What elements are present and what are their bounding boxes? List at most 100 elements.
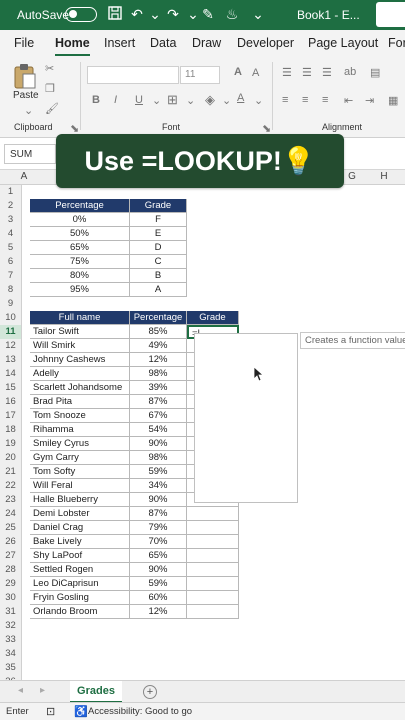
student-name-cell[interactable]: Leo DiCaprisun — [30, 577, 130, 591]
align-left-icon[interactable]: ≡ — [282, 94, 288, 106]
student-name-cell[interactable]: Orlando Broom — [30, 605, 130, 619]
student-percentage-cell[interactable]: 54% — [130, 423, 187, 437]
row-header[interactable]: 11 — [0, 325, 22, 339]
row-header[interactable]: 19 — [0, 437, 22, 451]
student-percentage-cell[interactable]: 60% — [130, 591, 187, 605]
accessibility-status[interactable]: Accessibility: Good to go — [88, 706, 192, 717]
student-percentage-cell[interactable]: 59% — [130, 577, 187, 591]
student-percentage-cell[interactable]: 12% — [130, 353, 187, 367]
accessibility-icon[interactable]: ♿ — [74, 705, 88, 718]
copy-icon[interactable]: ❐ — [45, 82, 55, 95]
student-percentage-cell[interactable]: 85% — [130, 325, 187, 339]
row-header[interactable]: 33 — [0, 633, 22, 647]
row-header[interactable]: 22 — [0, 479, 22, 493]
student-grade-cell[interactable] — [187, 507, 239, 521]
row-header[interactable]: 3 — [0, 213, 22, 227]
align-center-icon[interactable]: ≡ — [302, 94, 308, 106]
font-name-box[interactable] — [87, 66, 179, 84]
italic-icon[interactable]: I — [114, 94, 117, 106]
student-name-cell[interactable]: Fryin Gosling — [30, 591, 130, 605]
column-header-h[interactable]: H — [378, 171, 390, 182]
macro-record-icon[interactable]: ⊡ — [46, 705, 55, 718]
redo-icon[interactable]: ↷ — [164, 5, 182, 23]
row-header[interactable]: 17 — [0, 409, 22, 423]
student-percentage-cell[interactable]: 79% — [130, 521, 187, 535]
student-grade-cell[interactable] — [187, 521, 239, 535]
student-percentage-cell[interactable]: 98% — [130, 451, 187, 465]
student-percentage-cell[interactable]: 87% — [130, 395, 187, 409]
fill-color-icon[interactable]: ◈ — [205, 92, 215, 108]
student-percentage-cell[interactable]: 90% — [130, 437, 187, 451]
undo-icon[interactable]: ↶ — [128, 5, 146, 23]
chevron-down-icon[interactable]: ⌄ — [152, 94, 161, 107]
student-name-cell[interactable]: Johnny Cashews — [30, 353, 130, 367]
row-header[interactable]: 32 — [0, 619, 22, 633]
row-header[interactable]: 12 — [0, 339, 22, 353]
align-bottom-icon[interactable]: ☰ — [322, 66, 332, 79]
row-header[interactable]: 18 — [0, 423, 22, 437]
student-grade-cell[interactable] — [187, 549, 239, 563]
underline-icon[interactable]: U — [135, 94, 143, 106]
row-header[interactable]: 25 — [0, 521, 22, 535]
row-header[interactable]: 6 — [0, 255, 22, 269]
row-header[interactable]: 4 — [0, 227, 22, 241]
increase-font-icon[interactable]: A — [234, 66, 242, 78]
row-header[interactable]: 8 — [0, 283, 22, 297]
student-percentage-cell[interactable]: 90% — [130, 563, 187, 577]
student-name-cell[interactable]: Smiley Cyrus — [30, 437, 130, 451]
brush-icon[interactable]: ✎ — [199, 5, 217, 23]
paint-icon[interactable]: ♨ — [223, 5, 241, 23]
row-header[interactable]: 15 — [0, 381, 22, 395]
student-grade-cell[interactable] — [187, 591, 239, 605]
student-name-cell[interactable]: Adelly — [30, 367, 130, 381]
row-header[interactable]: 29 — [0, 577, 22, 591]
paste-label[interactable]: Paste — [13, 90, 39, 101]
lookup-grade-cell[interactable]: A — [130, 283, 187, 297]
lookup-percentage-cell[interactable]: 75% — [30, 255, 130, 269]
tab-data[interactable]: Data — [150, 36, 176, 50]
student-name-cell[interactable]: Will Feral — [30, 479, 130, 493]
format-painter-icon[interactable]: 🖌 — [45, 102, 59, 115]
tab-home[interactable]: Home — [55, 36, 90, 56]
student-name-cell[interactable]: Rihamma — [30, 423, 130, 437]
student-name-cell[interactable]: Demi Lobster — [30, 507, 130, 521]
student-name-cell[interactable]: Tom Softy — [30, 465, 130, 479]
add-sheet-icon[interactable]: + — [143, 685, 157, 699]
lookup-percentage-cell[interactable]: 95% — [30, 283, 130, 297]
next-sheet-icon[interactable]: ▸ — [40, 685, 45, 696]
student-percentage-cell[interactable]: 87% — [130, 507, 187, 521]
customize-chevron-icon[interactable]: ⌄ — [249, 5, 267, 23]
lookup-percentage-cell[interactable]: 80% — [30, 269, 130, 283]
merge-center-icon[interactable]: ▦ — [388, 94, 398, 107]
row-header[interactable]: 7 — [0, 269, 22, 283]
row-header[interactable]: 31 — [0, 605, 22, 619]
borders-icon[interactable]: ⊞ — [167, 92, 178, 108]
row-header[interactable]: 28 — [0, 563, 22, 577]
align-right-icon[interactable]: ≡ — [322, 94, 328, 106]
student-name-cell[interactable]: Bake Lively — [30, 535, 130, 549]
student-grade-cell[interactable] — [187, 577, 239, 591]
row-header[interactable]: 26 — [0, 535, 22, 549]
lookup-percentage-cell[interactable]: 0% — [30, 213, 130, 227]
row-header[interactable]: 20 — [0, 451, 22, 465]
lookup-percentage-cell[interactable]: 65% — [30, 241, 130, 255]
cut-icon[interactable]: ✂ — [45, 62, 54, 75]
student-name-cell[interactable]: Settled Rogen — [30, 563, 130, 577]
lookup-grade-cell[interactable]: B — [130, 269, 187, 283]
function-autocomplete-list[interactable] — [194, 333, 298, 503]
save-icon[interactable] — [106, 5, 124, 23]
row-header[interactable]: 30 — [0, 591, 22, 605]
tab-developer[interactable]: Developer — [237, 36, 294, 50]
student-name-cell[interactable]: Scarlett Johandsome — [30, 381, 130, 395]
student-percentage-cell[interactable]: 67% — [130, 409, 187, 423]
chevron-down-icon[interactable]: ⌄ — [24, 104, 33, 117]
row-header[interactable]: 9 — [0, 297, 22, 311]
row-header[interactable]: 1 — [0, 185, 22, 199]
student-percentage-cell[interactable]: 70% — [130, 535, 187, 549]
student-percentage-cell[interactable]: 98% — [130, 367, 187, 381]
student-name-cell[interactable]: Brad Pita — [30, 395, 130, 409]
row-header[interactable]: 10 — [0, 311, 22, 325]
font-size-box[interactable]: 11 — [180, 66, 220, 84]
row-header[interactable]: 5 — [0, 241, 22, 255]
wrap-text-icon[interactable]: ▤ — [370, 66, 380, 79]
